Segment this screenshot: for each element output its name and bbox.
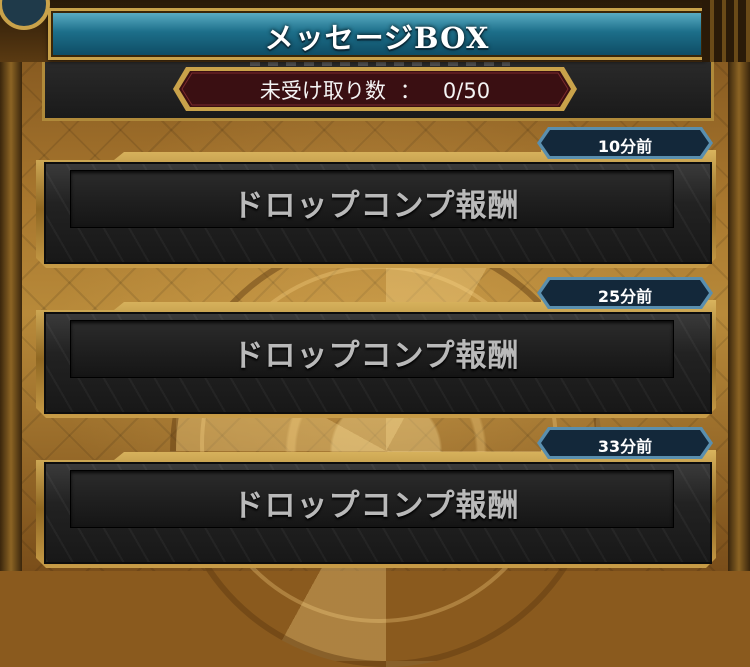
counter-separator: ： (399, 79, 421, 103)
message-item[interactable]: ドロップコンプ報酬 25分前 (36, 277, 716, 418)
message-title: ドロップコンプ報酬 (232, 188, 520, 224)
page-title: メッセージBOX (264, 21, 490, 55)
message-time: 10分前 (597, 137, 653, 156)
header-bar: メッセージBOX (48, 8, 706, 60)
unread-counter: 未受け取り数 ： 0/50 (172, 66, 578, 112)
message-item[interactable]: ドロップコンプ報酬 10分前 (36, 127, 716, 268)
message-time: 25分前 (597, 287, 653, 306)
time-tab: 33分前 (536, 426, 714, 460)
message-time: 33分前 (597, 437, 653, 456)
header: メッセージBOX (0, 0, 750, 62)
time-tab: 10分前 (536, 126, 714, 160)
message-title: ドロップコンプ報酬 (232, 488, 520, 524)
message-item[interactable]: ドロップコンプ報酬 33分前 (36, 427, 716, 568)
message-title: ドロップコンプ報酬 (232, 338, 520, 374)
header-edge (702, 0, 750, 62)
counter-label: 未受け取り数 (259, 79, 386, 103)
corner-gem-icon (0, 0, 50, 30)
time-tab: 25分前 (536, 276, 714, 310)
left-pillar (0, 0, 22, 571)
counter-value: 0/50 (442, 79, 491, 103)
right-pillar (728, 0, 750, 571)
